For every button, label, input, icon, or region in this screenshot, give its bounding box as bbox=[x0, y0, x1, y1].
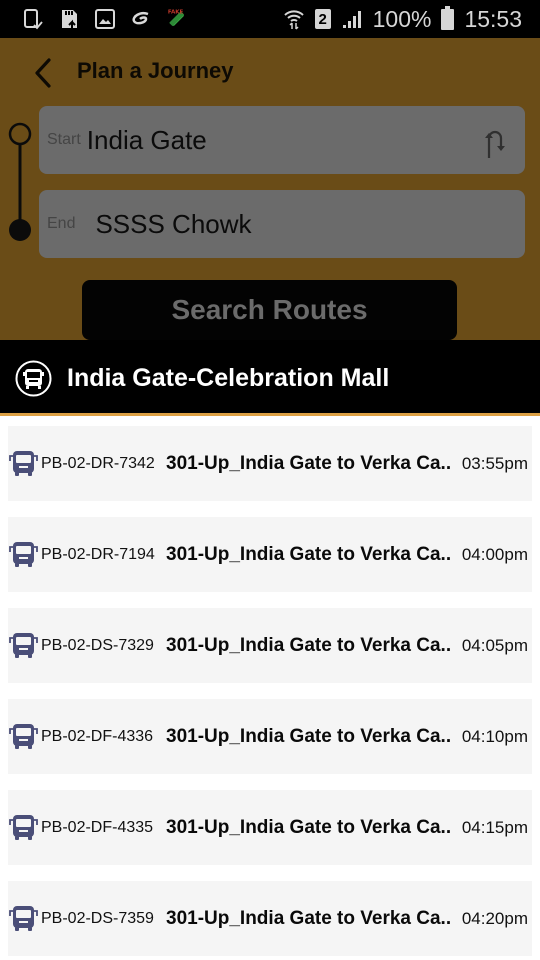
sync-icon bbox=[130, 8, 152, 30]
bus-time: 03:55pm bbox=[461, 453, 528, 473]
start-location-field[interactable]: Start India Gate bbox=[39, 106, 525, 174]
search-routes-button[interactable]: Search Routes bbox=[82, 280, 457, 340]
clock: 15:53 bbox=[464, 5, 522, 32]
swap-locations-button[interactable] bbox=[479, 118, 507, 164]
bus-route: 301-Up_India Gate to Verka Ca.. bbox=[166, 725, 452, 747]
back-button[interactable] bbox=[28, 56, 58, 90]
end-location-field[interactable]: End SSSS Chowk bbox=[39, 190, 525, 258]
start-label: Start bbox=[47, 131, 81, 148]
status-bar: FAKE 2 100% 15:53 bbox=[0, 0, 540, 38]
bus-time: 04:10pm bbox=[461, 726, 528, 746]
battery-percent: 100% bbox=[372, 5, 432, 32]
bus-icon bbox=[9, 814, 38, 841]
wifi-icon bbox=[283, 8, 305, 30]
gallery-icon bbox=[94, 8, 116, 30]
result-header: India Gate-Celebration Mall bbox=[0, 340, 540, 416]
route-line-icon bbox=[8, 122, 32, 241]
bus-time: 04:15pm bbox=[461, 817, 528, 837]
sim-slot-badge: 2 bbox=[314, 9, 331, 29]
bus-registration: PB-02-DR-7342 bbox=[41, 454, 155, 472]
page-title: Plan a Journey bbox=[77, 58, 234, 83]
signal-icon bbox=[341, 8, 363, 30]
journey-planner-panel: Plan a Journey Start India Gate End SSSS… bbox=[0, 38, 540, 340]
app-header: Plan a Journey bbox=[0, 38, 540, 108]
route-title: India Gate-Celebration Mall bbox=[67, 364, 390, 392]
bus-list-item[interactable]: PB-02-DR-7194 301-Up_India Gate to Verka… bbox=[8, 517, 532, 592]
bus-route: 301-Up_India Gate to Verka Ca.. bbox=[166, 907, 452, 929]
bus-time: 04:00pm bbox=[461, 544, 528, 564]
bus-icon bbox=[9, 541, 38, 568]
bus-registration: PB-02-DS-7359 bbox=[41, 909, 154, 927]
sd-card-icon bbox=[58, 8, 80, 30]
end-location-input[interactable]: SSSS Chowk bbox=[95, 209, 251, 240]
bus-route: 301-Up_India Gate to Verka Ca.. bbox=[166, 816, 452, 838]
fake-gps-icon: FAKE bbox=[166, 8, 188, 30]
bus-time: 04:05pm bbox=[461, 635, 528, 655]
bus-list-item[interactable]: PB-02-DF-4335 301-Up_India Gate to Verka… bbox=[8, 790, 532, 865]
screen: FAKE 2 100% 15:53 Plan a Journey Start I… bbox=[0, 0, 540, 960]
bus-registration: PB-02-DF-4335 bbox=[41, 818, 154, 836]
bus-route: 301-Up_India Gate to Verka Ca.. bbox=[166, 452, 452, 474]
chevron-left-icon bbox=[35, 58, 51, 88]
bus-circle-icon bbox=[15, 360, 52, 397]
bus-list-item[interactable]: PB-02-DF-4336 301-Up_India Gate to Verka… bbox=[8, 699, 532, 774]
bus-registration: PB-02-DR-7194 bbox=[41, 545, 155, 563]
start-location-input[interactable]: India Gate bbox=[87, 125, 207, 156]
bus-route: 301-Up_India Gate to Verka Ca.. bbox=[166, 543, 452, 565]
bus-route: 301-Up_India Gate to Verka Ca.. bbox=[166, 634, 452, 656]
bus-icon bbox=[9, 905, 38, 932]
bus-icon bbox=[9, 632, 38, 659]
bus-time: 04:20pm bbox=[461, 908, 528, 928]
swap-icon bbox=[485, 130, 505, 158]
bus-icon bbox=[9, 723, 38, 750]
bus-icon bbox=[9, 450, 38, 477]
bus-list-item[interactable]: PB-02-DS-7329 301-Up_India Gate to Verka… bbox=[8, 608, 532, 683]
screenshot-icon bbox=[22, 8, 44, 30]
bus-registration: PB-02-DF-4336 bbox=[41, 727, 154, 745]
bus-list-item[interactable]: PB-02-DS-7359 301-Up_India Gate to Verka… bbox=[8, 881, 532, 956]
svg-text:FAKE: FAKE bbox=[168, 10, 184, 16]
end-label: End bbox=[47, 215, 76, 232]
battery-icon bbox=[441, 5, 455, 30]
bus-registration: PB-02-DS-7329 bbox=[41, 636, 154, 654]
bus-list-item[interactable]: PB-02-DR-7342 301-Up_India Gate to Verka… bbox=[8, 426, 532, 501]
